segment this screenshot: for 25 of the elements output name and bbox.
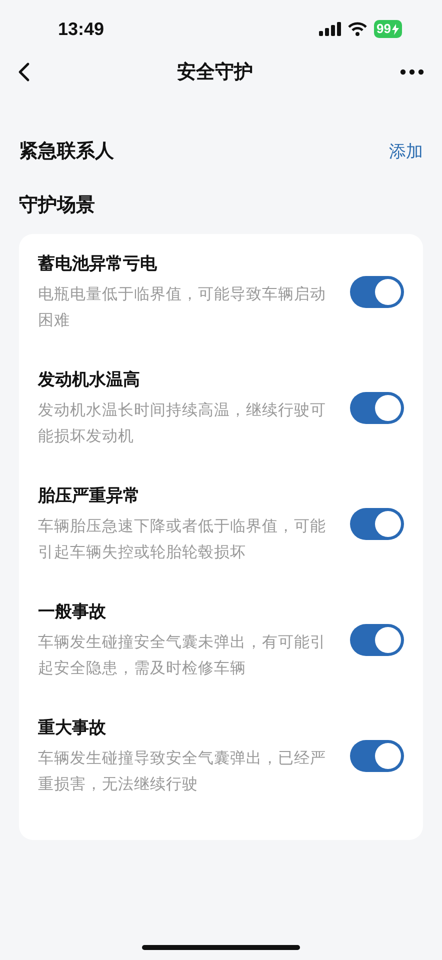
toggle-switch[interactable] (350, 508, 404, 540)
scene-title: 一般事故 (38, 601, 107, 623)
page-title: 安全守护 (177, 60, 253, 85)
scene-title: 重大事故 (38, 717, 107, 739)
back-icon[interactable] (18, 62, 30, 82)
section-title: 紧急联系人 (19, 139, 114, 164)
battery-indicator: 99 (374, 20, 402, 38)
toggle-switch[interactable] (350, 392, 404, 424)
section-title: 守护场景 (18, 193, 96, 218)
signal-icon (318, 22, 341, 36)
scene-title: 发动机水温高 (38, 369, 141, 391)
scene-description: 电瓶电量低于临界值，可能导致车辆启动困难 (38, 284, 326, 331)
scene-description: 车辆发生碰撞安全气囊未弹出，有可能引起安全隐患，需及时检修车辆 (38, 632, 326, 679)
scene-description: 车辆胎压急速下降或者低于临界值，可能引起车辆失控或轮胎轮毂损坏 (38, 516, 326, 563)
toggle-switch[interactable] (350, 276, 404, 308)
scene-description: 车辆发生碰撞导致安全气囊弹出，已经严重损害，无法继续行驶 (38, 748, 326, 795)
wifi-icon (348, 22, 367, 36)
scene-title: 胎压严重异常 (38, 485, 141, 507)
toggle-switch[interactable] (350, 740, 404, 772)
status-time: 13:49 (58, 18, 104, 40)
scene-description: 发动机水温长时间持续高温，继续行驶可能损坏发动机 (38, 400, 326, 447)
scene-title: 蓄电池异常亏电 (38, 253, 158, 275)
more-icon[interactable] (400, 69, 424, 75)
add-link[interactable]: 添加 (389, 140, 423, 162)
toggle-switch[interactable] (350, 624, 404, 656)
